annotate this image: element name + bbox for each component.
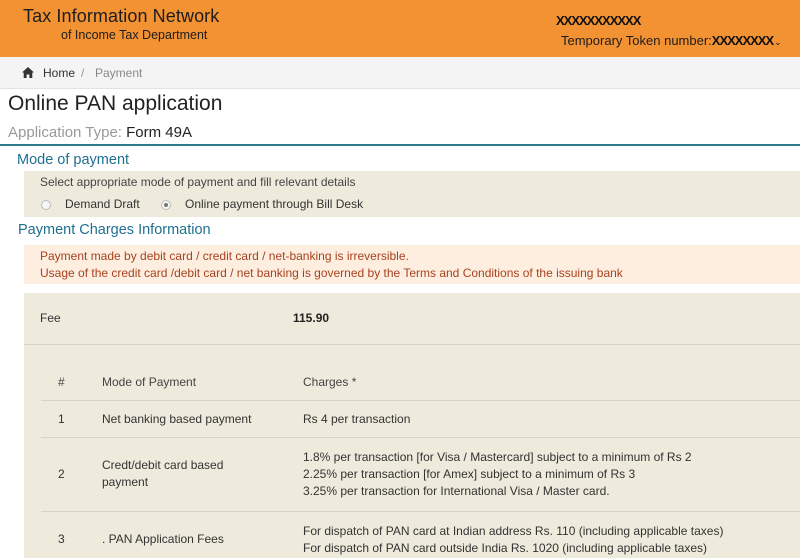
bill-desk-radio[interactable] [161,200,171,210]
row-charges: For dispatch of PAN card outside India R… [303,541,707,555]
breadcrumb-home-link[interactable]: Home [43,66,75,80]
header-charges: Charges * [303,375,357,389]
brand-subtitle: of Income Tax Department [61,28,208,42]
fee-label: Fee [40,311,61,325]
row-num: 1 [58,412,65,426]
row-charges: 1.8% per transaction [for Visa / Masterc… [303,450,692,464]
chevron-down-icon[interactable]: ⌄ [774,37,782,47]
row-num: 3 [58,532,65,546]
table-row: 2 Credt/debit card based payment 1.8% pe… [41,437,800,511]
payment-warning-alert: Payment made by debit card / credit card… [24,245,800,284]
breadcrumb-current: Payment [95,66,143,80]
alert-line-1: Payment made by debit card / credit card… [40,249,409,263]
row-charges: For dispatch of PAN card at Indian addre… [303,524,724,538]
breadcrumb-separator: / [81,66,85,80]
header-num: # [58,375,65,389]
mode-of-payment-heading: Mode of payment [17,152,130,168]
row-mode: . PAN Application Fees [102,532,224,546]
brand-title: Tax Information Network [23,6,220,26]
username: XXXXXXXXXXX [556,13,641,28]
application-type: Application Type: Form 49A [8,124,192,141]
application-type-value: Form 49A [126,124,192,141]
top-header: Tax Information Network of Income Tax De… [0,0,800,57]
fee-row: Fee 115.90 [24,293,800,345]
table-row: 1 Net banking based payment Rs 4 per tra… [41,400,800,437]
token-menu[interactable]: Temporary Token number:XXXXXXXX⌄ [561,33,782,48]
demand-draft-label[interactable]: Demand Draft [65,197,140,211]
row-mode: Net banking based payment [102,412,252,426]
application-type-label: Application Type: [8,124,122,141]
token-label: Temporary Token number: [561,33,712,48]
demand-draft-radio[interactable] [41,200,51,210]
row-charges: 3.25% per transaction for International … [303,484,610,498]
breadcrumb: Home / Payment [0,57,800,89]
token-value: XXXXXXXX [711,33,774,48]
row-mode: payment [102,475,149,489]
page-title: Online PAN application [8,92,223,115]
row-mode: Credt/debit card based [102,458,224,472]
bill-desk-label[interactable]: Online payment through Bill Desk [185,197,363,211]
row-num: 2 [58,467,65,481]
alert-line-2: Usage of the credit card /debit card / n… [40,266,623,280]
title-divider [0,144,800,146]
row-charges: 2.25% per transaction [for Amex] subject… [303,467,636,481]
header-mode: Mode of Payment [102,375,197,389]
row-charges: Rs 4 per transaction [303,412,411,426]
mode-instruction: Select appropriate mode of payment and f… [40,175,356,189]
fee-value: 115.90 [293,311,330,325]
payment-charges-heading: Payment Charges Information [18,222,211,238]
table-header-row: # Mode of Payment Charges * [41,365,800,400]
home-icon[interactable] [22,67,34,78]
fee-panel: Fee 115.90 # Mode of Payment Charges * 1… [24,293,800,558]
mode-of-payment-box: Select appropriate mode of payment and f… [24,171,800,217]
table-row: 3 . PAN Application Fees For dispatch of… [41,511,800,558]
